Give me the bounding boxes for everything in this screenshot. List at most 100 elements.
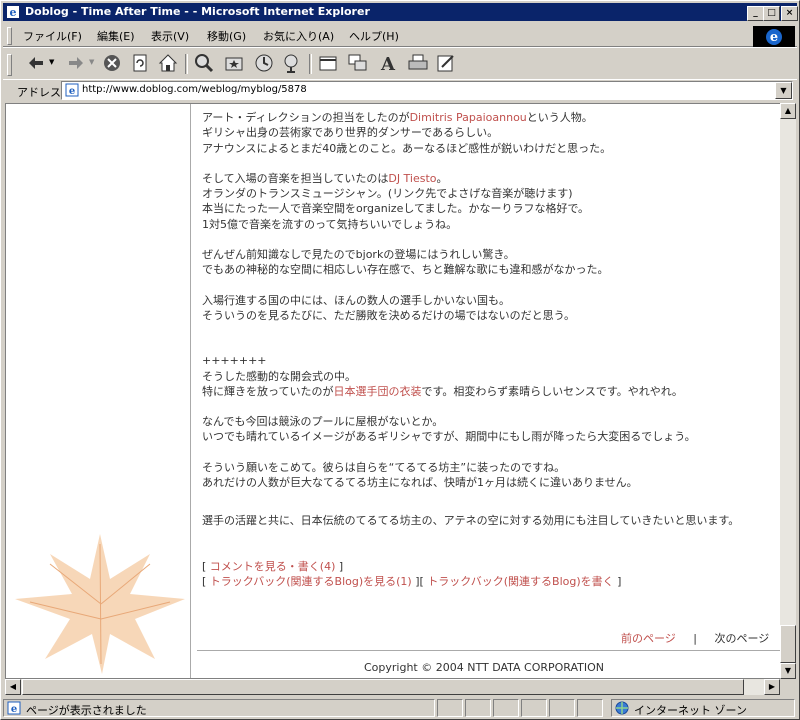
menubar-grip <box>7 27 12 45</box>
japan-team-costume-link[interactable]: 日本選手団の衣装 <box>333 385 421 398</box>
entry-links: [ コメントを見る・書く(4) ] [ トラックバック(関連するBlog)を見る… <box>202 559 622 588</box>
discuss-icon[interactable] <box>347 52 369 74</box>
back-icon[interactable] <box>25 52 47 74</box>
paragraph: そういう願いをこめて。彼らは自らを“てるてる坊主”に装ったのですね。 あれだけの… <box>202 460 772 491</box>
text-line: そういうのを見るたびに、ただ勝敗を決めるだけの場ではないのだと思う。 <box>202 308 576 322</box>
toolbar-separator <box>185 54 188 74</box>
search-icon[interactable] <box>193 52 215 74</box>
scroll-left-button[interactable]: ◀ <box>5 679 21 695</box>
horizontal-scrollbar[interactable]: ◀ ▶ <box>5 679 780 695</box>
ie-page-icon: e <box>7 6 19 19</box>
scroll-down-button[interactable]: ▼ <box>780 663 796 679</box>
maple-leaf-image <box>15 534 185 674</box>
print-icon[interactable] <box>407 52 429 74</box>
stop-icon[interactable] <box>101 52 123 74</box>
horizontal-scroll-thumb[interactable] <box>22 679 744 695</box>
text-line: 。 <box>436 171 448 185</box>
comments-link[interactable]: コメントを見る・書く(4) <box>210 560 336 573</box>
paragraph: 選手の活躍と共に、日本伝統のてるてる坊主の、アテネの空に対する効用にも注目してい… <box>202 513 772 528</box>
address-bar: アドレス e http://www.doblog.com/weblog/mybl… <box>3 79 797 102</box>
address-label: アドレス <box>17 86 61 99</box>
favorites-icon[interactable] <box>223 52 245 74</box>
mail-icon[interactable] <box>317 52 339 74</box>
article-body: アート・ディレクションの担当をしたのがDimitris Papaioannouと… <box>202 110 772 604</box>
zone-panel: インターネット ゾーン <box>611 699 795 717</box>
refresh-icon[interactable] <box>129 52 151 74</box>
home-icon[interactable] <box>157 52 179 74</box>
text-line: 選手の活躍と共に、日本伝統のてるてる坊主の、アテネの空に対する効用にも注目してい… <box>202 514 740 528</box>
prev-page-link[interactable]: 前のページ <box>621 632 676 645</box>
status-panel <box>549 699 575 717</box>
toolbar-grip <box>7 54 12 76</box>
close-button[interactable]: × <box>781 6 798 21</box>
text-line: あれだけの人数が巨大なてるてる坊主になれば、快晴が1ヶ月は続くに違いありません。 <box>202 476 638 490</box>
text-line: ぜんぜん前知識なしで見たのでbjorkの登場にはうれしい驚き。 <box>202 248 515 262</box>
back-dropdown-icon[interactable]: ▼ <box>49 58 54 66</box>
history-icon[interactable] <box>253 52 275 74</box>
text-line: 1対5億で音楽を流すのって気持ちいいでしょうね。 <box>202 217 458 231</box>
forward-dropdown-icon[interactable]: ▼ <box>89 58 94 66</box>
separator-text: +++++++ <box>202 354 267 368</box>
svg-text:e: e <box>770 30 778 45</box>
menu-help[interactable]: ヘルプ(H) <box>349 28 399 44</box>
svg-text:e: e <box>10 6 17 19</box>
browser-window: e Doblog - Time After Time - - Microsoft… <box>0 0 800 720</box>
paragraph: +++++++ そうした感動的な開会式の中。 特に輝きを放っていたのが日本選手団… <box>202 353 772 399</box>
page-icon: e <box>65 83 79 97</box>
paragraph: なんでも今回は競泳のプールに屋根がないとか。 いつでも晴れているイメージがあるギ… <box>202 414 772 445</box>
text-line: 本当にたった一人で音楽空間をorganizeしてました。かなーりラフな格好で。 <box>202 202 590 216</box>
media-icon[interactable] <box>281 52 303 74</box>
minimize-button[interactable]: _ <box>747 6 764 21</box>
text-line: アート・ディレクションの担当をしたのが <box>202 111 410 124</box>
menu-edit[interactable]: 編集(E) <box>97 28 135 44</box>
status-message-panel: e ページが表示されました <box>3 699 435 717</box>
status-bar: e ページが表示されました インターネット ゾーン <box>3 698 797 718</box>
internet-globe-icon <box>615 701 629 715</box>
dj-tiesto-link[interactable]: DJ Tiesto <box>388 172 436 185</box>
nav-separator: | <box>693 632 697 645</box>
status-panel <box>577 699 603 717</box>
menu-file[interactable]: ファイル(F) <box>23 28 82 44</box>
menu-go[interactable]: 移動(G) <box>207 28 246 44</box>
text-line: 入場行進する国の中には、ほんの数人の選手しかいない国も。 <box>202 293 510 307</box>
ie-logo: e <box>753 26 795 47</box>
next-page-text: 次のページ <box>714 632 770 645</box>
scroll-up-button[interactable]: ▲ <box>780 103 796 119</box>
edit-icon[interactable] <box>435 52 457 74</box>
trackback-view-link[interactable]: トラックバック(関連するBlog)を見る(1) <box>210 575 412 588</box>
paragraph: そして入場の音楽を担当していたのはDJ Tiesto。 オランダのトランスミュー… <box>202 171 772 232</box>
page-done-icon: e <box>7 701 21 715</box>
zone-text: インターネット ゾーン <box>634 704 747 717</box>
page-navigation: 前のページ | 次のページ <box>621 630 769 646</box>
text-line: でもあの神秘的な空間に相応しい存在感で、ちと難解な歌にも違和感がなかった。 <box>202 263 609 277</box>
address-dropdown-button[interactable]: ▼ <box>775 82 792 99</box>
vertical-scrollbar[interactable]: ▲ ▼ <box>780 103 796 679</box>
svg-text:e: e <box>11 704 17 715</box>
trackback-write-link[interactable]: トラックバック(関連するBlog)を書く <box>427 575 613 588</box>
text-line: オランダのトランスミュージシャン。(リンク先でよさげな音楽が聴けます) <box>202 187 573 201</box>
window-title: Doblog - Time After Time - - Microsoft I… <box>25 5 370 18</box>
status-panel <box>521 699 547 717</box>
forward-icon[interactable] <box>65 52 87 74</box>
paragraph: 入場行進する国の中には、ほんの数人の選手しかいない国も。 そういうのを見るたびに… <box>202 293 772 324</box>
status-panel <box>465 699 491 717</box>
vertical-scroll-thumb[interactable] <box>780 625 796 663</box>
text-line: ギリシャ出身の芸術家であり世界的ダンサーであるらしい。 <box>202 126 499 140</box>
dimitris-link[interactable]: Dimitris Papaioannou <box>410 111 527 124</box>
scroll-right-button[interactable]: ▶ <box>764 679 780 695</box>
address-input[interactable]: e http://www.doblog.com/weblog/myblog/58… <box>61 81 793 100</box>
text-line: アナウンスによるとまだ40歳とのこと。あーなるほど感性が鋭いわけだと思った。 <box>202 141 612 155</box>
standard-toolbar: ▼ ▼ A <box>3 47 797 80</box>
text-line: です。相変わらず素晴らしいセンスです。やれやれ。 <box>421 384 683 398</box>
svg-text:e: e <box>69 86 75 97</box>
paragraph: ぜんぜん前知識なしで見たのでbjorkの登場にはうれしい驚き。 でもあの神秘的な… <box>202 247 772 278</box>
font-size-icon[interactable]: A <box>377 52 399 74</box>
text-line: なんでも今回は競泳のプールに屋根がないとか。 <box>202 415 444 429</box>
menu-favorites[interactable]: お気に入り(A) <box>263 28 334 44</box>
paragraph: アート・ディレクションの担当をしたのがDimitris Papaioannouと… <box>202 110 772 156</box>
status-panel <box>437 699 463 717</box>
maximize-button[interactable]: □ <box>763 6 780 21</box>
text-line: そういう願いをこめて。彼らは自らを“てるてる坊主”に装ったのですね。 <box>202 460 566 474</box>
menu-view[interactable]: 表示(V) <box>151 28 189 44</box>
address-url: http://www.doblog.com/weblog/myblog/5878 <box>82 84 307 95</box>
